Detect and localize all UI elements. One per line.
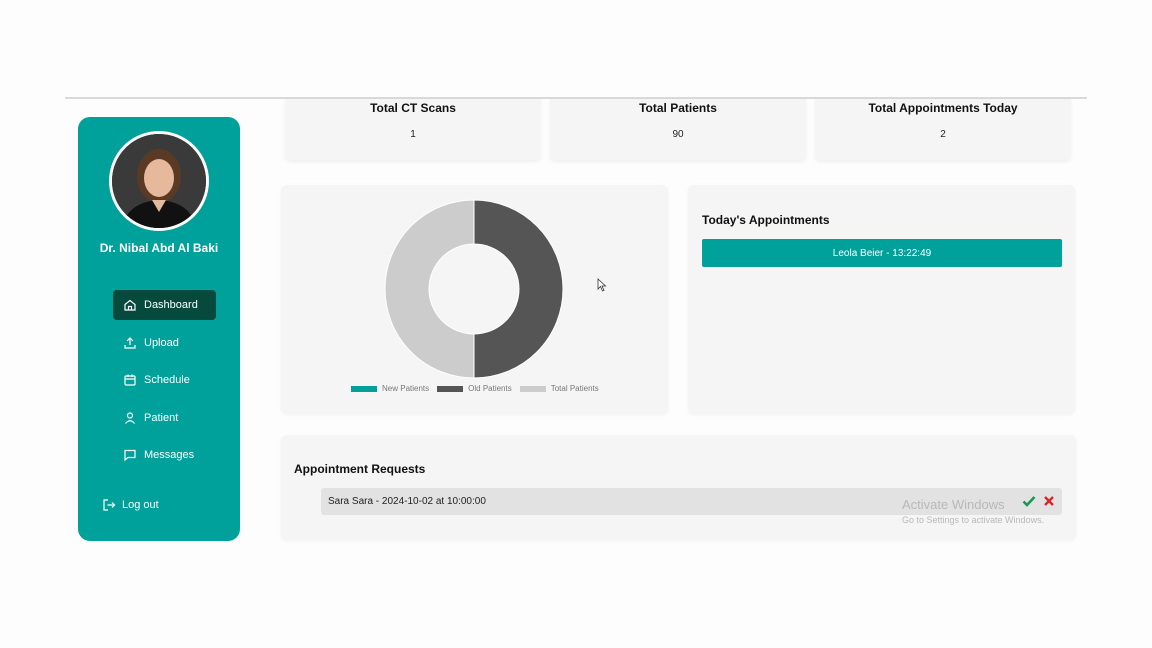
sidebar-item-label: Dashboard	[144, 299, 198, 311]
stat-title: Total Appointments Today	[868, 101, 1018, 115]
legend-item-total-patients: Total Patients	[519, 384, 599, 393]
message-icon	[123, 448, 137, 462]
reject-close-icon[interactable]	[1042, 494, 1056, 508]
donut-slice-old-patients[interactable]	[473, 199, 564, 379]
logout-button[interactable]: Log out	[102, 498, 159, 512]
sidebar-item-patient[interactable]: Patient	[113, 403, 216, 433]
appointment-item[interactable]: Leola Beier - 13:22:49	[702, 239, 1062, 267]
sidebar-item-messages[interactable]: Messages	[113, 440, 216, 470]
appointment-requests-title: Appointment Requests	[294, 462, 426, 476]
sidebar-item-label: Upload	[144, 336, 179, 349]
upload-icon	[123, 336, 137, 350]
stat-card-patients: Total Patients 90	[550, 99, 806, 160]
stat-value: 90	[672, 129, 684, 140]
sidebar-nav: Dashboard Upload Schedule Patient Messag…	[113, 290, 216, 478]
user-icon	[123, 411, 137, 425]
legend-label: New Patients	[382, 384, 430, 393]
donut-slice-total-patients[interactable]	[384, 199, 475, 379]
todays-appointments-panel: Today's Appointments Leola Beier - 13:22…	[688, 185, 1075, 414]
legend-swatch	[351, 385, 377, 392]
doctor-avatar	[109, 131, 209, 231]
appointment-request-text: Sara Sara - 2024-10-02 at 10:00:00	[328, 496, 486, 507]
legend-swatch	[437, 385, 464, 392]
legend-item-old-patients: Old Patients	[437, 384, 512, 393]
legend-item-new-patients: New Patients	[351, 384, 429, 393]
patients-donut-chart	[384, 199, 564, 379]
stat-value: 2	[940, 129, 946, 140]
sidebar-item-schedule[interactable]: Schedule	[113, 365, 216, 395]
chart-legend: New Patients Old Patients Total Patients	[351, 384, 607, 393]
legend-swatch	[519, 385, 546, 392]
logout-label: Log out	[122, 499, 159, 511]
calendar-icon	[123, 373, 137, 387]
stat-card-ct-scans: Total CT Scans 1	[285, 99, 541, 160]
activate-windows-watermark: Activate Windows Go to Settings to activ…	[902, 497, 1044, 525]
legend-label: Old Patients	[468, 384, 512, 393]
stat-value: 1	[410, 129, 416, 140]
watermark-subtitle: Go to Settings to activate Windows.	[902, 515, 1045, 525]
legend-label: Total Patients	[550, 384, 599, 393]
sidebar-item-dashboard[interactable]: Dashboard	[113, 290, 216, 320]
patients-chart-panel: New Patients Old Patients Total Patients	[281, 185, 668, 414]
sidebar-item-upload[interactable]: Upload	[113, 328, 216, 358]
sidebar-item-label: Schedule	[144, 374, 190, 386]
sidebar-item-label: Patient	[144, 411, 179, 424]
stat-card-appointments-today: Total Appointments Today 2	[815, 99, 1071, 160]
watermark-title: Activate Windows	[902, 497, 1005, 512]
doctor-name: Dr. Nibal Abd Al Baki	[99, 241, 219, 255]
logout-icon	[102, 498, 116, 512]
mouse-cursor-icon	[597, 278, 607, 292]
sidebar-item-label: Messages	[144, 449, 195, 461]
stat-title: Total Patients	[639, 101, 717, 115]
home-icon	[123, 298, 137, 312]
sidebar: Dr. Nibal Abd Al Baki Dashboard Upload S…	[78, 117, 240, 541]
todays-appointments-title: Today's Appointments	[702, 213, 830, 227]
stat-title: Total CT Scans	[370, 101, 456, 115]
